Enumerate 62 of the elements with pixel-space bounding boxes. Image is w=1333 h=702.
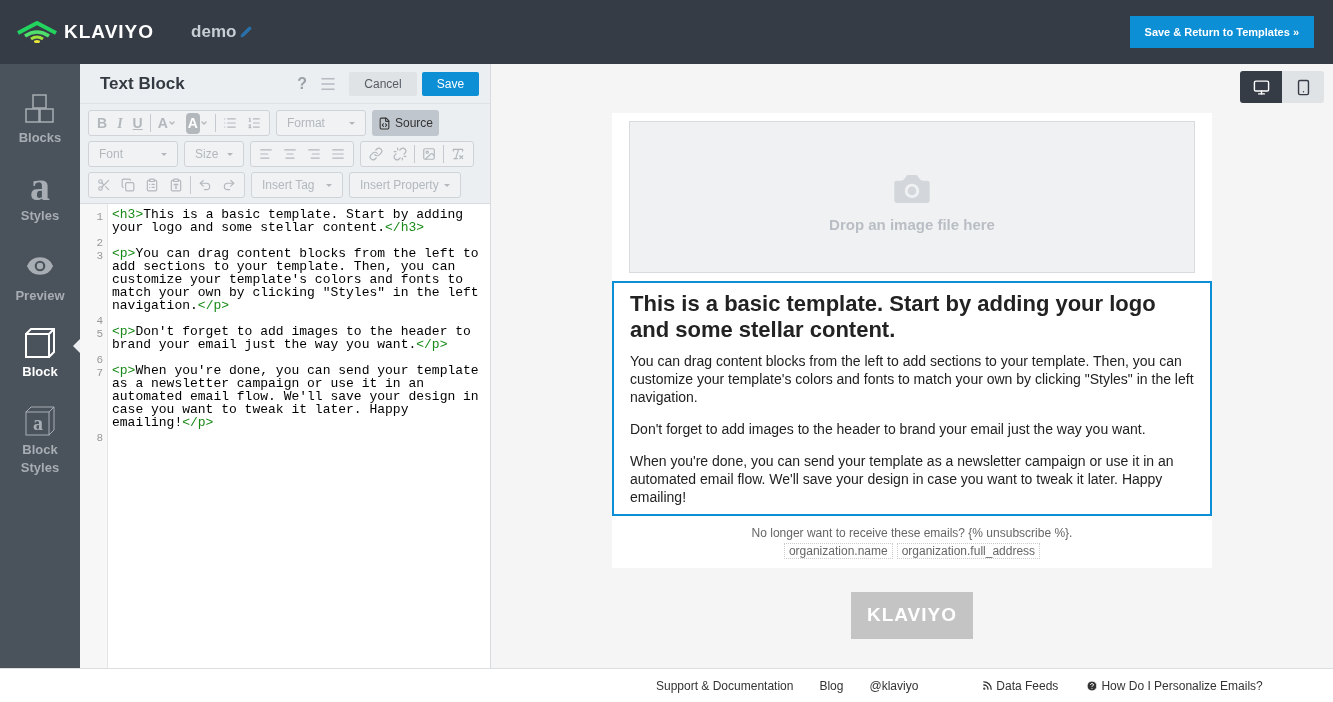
brand-name: KLAVIYO: [64, 19, 155, 44]
save-return-button[interactable]: Save & Return to Templates »: [1129, 16, 1314, 48]
line-number: 2: [96, 237, 103, 249]
code-line: as a newsletter campaign or use it in an: [112, 377, 425, 390]
line-number: 8: [96, 432, 103, 444]
footer-link[interactable]: How Do I Personalize Emails?: [1086, 676, 1263, 695]
code-line: customize your template's colors and fonts to: [112, 273, 464, 286]
code-line: match your own by clicking "Styles" in the left: [112, 286, 479, 299]
mobile-view-button[interactable]: [1282, 71, 1324, 103]
rss-icon: [982, 680, 994, 691]
source-button[interactable]: Source: [371, 110, 439, 136]
line-number: 7: [96, 367, 103, 379]
line-number: 3: [96, 250, 103, 262]
footer-link[interactable]: Blog: [819, 676, 844, 695]
logo-icon: [16, 21, 58, 43]
desktop-view-button[interactable]: [1240, 71, 1282, 103]
panel-title: Text Block: [100, 72, 185, 95]
pencil-icon[interactable]: [240, 26, 253, 38]
footer-link[interactable]: Data Feeds: [982, 676, 1059, 695]
code-line: <h3>This is a basic template. Start by adding: [112, 208, 464, 221]
line-number: 6: [96, 354, 103, 366]
merge-tag: organization.name: [783, 543, 893, 559]
code-line: <p>You can drag content blocks from the left to: [112, 247, 479, 260]
unsubscribe-text: No longer want to receive these emails? {% unsubscribe %}.: [751, 525, 1073, 542]
help-icon: [1086, 679, 1099, 692]
line-number: 1: [96, 211, 103, 223]
code-line: case you want to tweak it later. Happy: [112, 403, 409, 416]
code-line: emailing!</p>: [112, 416, 214, 429]
code-line: add sections to your template. Then, you can: [112, 260, 456, 273]
blocks-icon: [24, 93, 56, 125]
save-button[interactable]: Save: [422, 71, 479, 96]
code-line: <p>Don't forget to add images to the header to: [112, 325, 471, 338]
email-heading: This is a basic template. Start by adding your logo and some stellar content.: [630, 291, 1157, 343]
text-block[interactable]: [612, 281, 1212, 516]
email-paragraph: When you're done, you can send your template as a newsletter campaign or use it in an automated email flow. We'll save your design in case you want to tweak it later. Happy emailing!: [630, 452, 1175, 506]
code-file-icon: [377, 116, 391, 130]
code-editor[interactable]: [80, 203, 490, 668]
caret-icon: [167, 119, 176, 127]
code-line: brand your email just the way you want.</p>: [112, 338, 448, 351]
email-paragraph: You can drag content blocks from the left to add sections to your template. Then, you can customize your template's colors and fonts to match your own by clicking "Styles" in the left navigation.: [630, 352, 1194, 406]
sidebar-item[interactable]: a Styles: [0, 171, 80, 249]
sidebar-item[interactable]: Preview: [0, 249, 80, 327]
cancel-button[interactable]: Cancel: [349, 71, 417, 96]
line-number: 4: [96, 315, 103, 327]
caret-icon: [199, 119, 208, 127]
help-icon[interactable]: ?: [297, 71, 307, 96]
brand-badge: KLAVIYO: [851, 592, 973, 639]
code-line: <p>When you're done, you can send your template: [112, 364, 479, 377]
cube-icon: [24, 327, 56, 359]
footer-link[interactable]: @klaviyo: [869, 676, 919, 695]
code-line: your logo and some stellar content.</h3>: [112, 221, 425, 234]
sidebar-item[interactable]: Blocks: [0, 93, 80, 171]
footer-link[interactable]: Support & Documentation: [656, 676, 794, 695]
code-line: navigation.</p>: [112, 299, 230, 312]
sidebar-item[interactable]: a Block Styles: [0, 405, 80, 483]
code-line: automated email flow. We'll save your design in: [112, 390, 479, 403]
template-name[interactable]: demo: [191, 19, 237, 45]
line-number: 5: [96, 328, 103, 340]
merge-tag: organization.full_address: [896, 543, 1041, 559]
email-paragraph: Don't forget to add images to the header to brand your email just the way you want.: [630, 420, 1147, 438]
monitor-icon: [1252, 78, 1270, 96]
letter-a-icon: a: [30, 171, 50, 203]
